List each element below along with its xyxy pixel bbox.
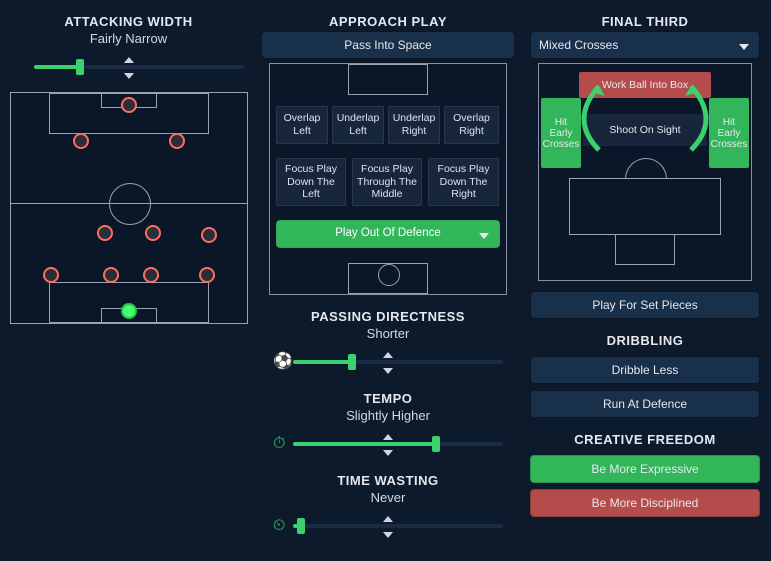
be-expressive-button[interactable]: Be More Expressive — [530, 455, 760, 483]
tempo-slider[interactable]: ⏱ — [273, 431, 503, 457]
overlap-left-button[interactable]: Overlap Left — [276, 106, 328, 144]
clock-icon: ⏱ — [273, 431, 285, 457]
play-out-defence-button[interactable]: Play Out Of Defence — [276, 220, 500, 248]
col-final-third: FINAL THIRD Mixed Crosses Work Ball Into… — [527, 10, 763, 551]
final-third-pitch: Work Ball Into Box Hit Early Crosses Hit… — [538, 63, 752, 281]
ball-icon: ⚽ — [273, 349, 293, 375]
timewasting-slider[interactable]: ⏲ — [273, 513, 503, 539]
shoot-on-sight-button[interactable]: Shoot On Sight — [583, 114, 707, 146]
work-ball-button[interactable]: Work Ball Into Box — [579, 72, 711, 98]
timewasting-title: TIME WASTING — [337, 473, 438, 488]
cross-type-select[interactable]: Mixed Crosses — [530, 31, 760, 59]
cross-type-value: Mixed Crosses — [539, 38, 618, 52]
hit-early-left-button[interactable]: Hit Early Crosses — [541, 98, 581, 168]
set-pieces-button[interactable]: Play For Set Pieces — [530, 291, 760, 319]
hit-early-right-button[interactable]: Hit Early Crosses — [709, 98, 749, 168]
tempo-title: TEMPO — [364, 391, 413, 406]
attacking-width-value: Fairly Narrow — [90, 31, 167, 46]
timer-icon: ⏲ — [273, 513, 285, 539]
underlap-left-button[interactable]: Underlap Left — [332, 106, 384, 144]
final-third-title: FINAL THIRD — [602, 14, 689, 29]
focus-middle-button[interactable]: Focus Play Through The Middle — [352, 158, 422, 206]
attacking-width-title: ATTACKING WIDTH — [64, 14, 192, 29]
col-attacking-width: ATTACKING WIDTH Fairly Narrow — [8, 10, 249, 551]
approach-title: APPROACH PLAY — [329, 14, 447, 29]
run-at-defence-button[interactable]: Run At Defence — [530, 390, 760, 418]
pass-into-space-button[interactable]: Pass Into Space — [261, 31, 515, 59]
attacking-width-slider[interactable] — [14, 54, 244, 80]
overlap-right-button[interactable]: Overlap Right — [444, 106, 499, 144]
be-disciplined-button[interactable]: Be More Disciplined — [530, 489, 760, 517]
col-approach: APPROACH PLAY Pass Into Space Overlap Le… — [261, 10, 515, 551]
tempo-value: Slightly Higher — [346, 408, 430, 423]
timewasting-value: Never — [371, 490, 406, 505]
passing-value: Shorter — [367, 326, 410, 341]
formation-pitch — [10, 92, 248, 324]
dribbling-title: DRIBBLING — [607, 333, 684, 348]
focus-left-button[interactable]: Focus Play Down The Left — [276, 158, 346, 206]
underlap-right-button[interactable]: Underlap Right — [388, 106, 440, 144]
focus-right-button[interactable]: Focus Play Down The Right — [428, 158, 499, 206]
dribble-less-button[interactable]: Dribble Less — [530, 356, 760, 384]
passing-title: PASSING DIRECTNESS — [311, 309, 465, 324]
passing-slider[interactable]: ⚽ — [273, 349, 503, 375]
creative-title: CREATIVE FREEDOM — [574, 432, 715, 447]
approach-pitch: Overlap Left Underlap Left Underlap Righ… — [269, 63, 507, 295]
